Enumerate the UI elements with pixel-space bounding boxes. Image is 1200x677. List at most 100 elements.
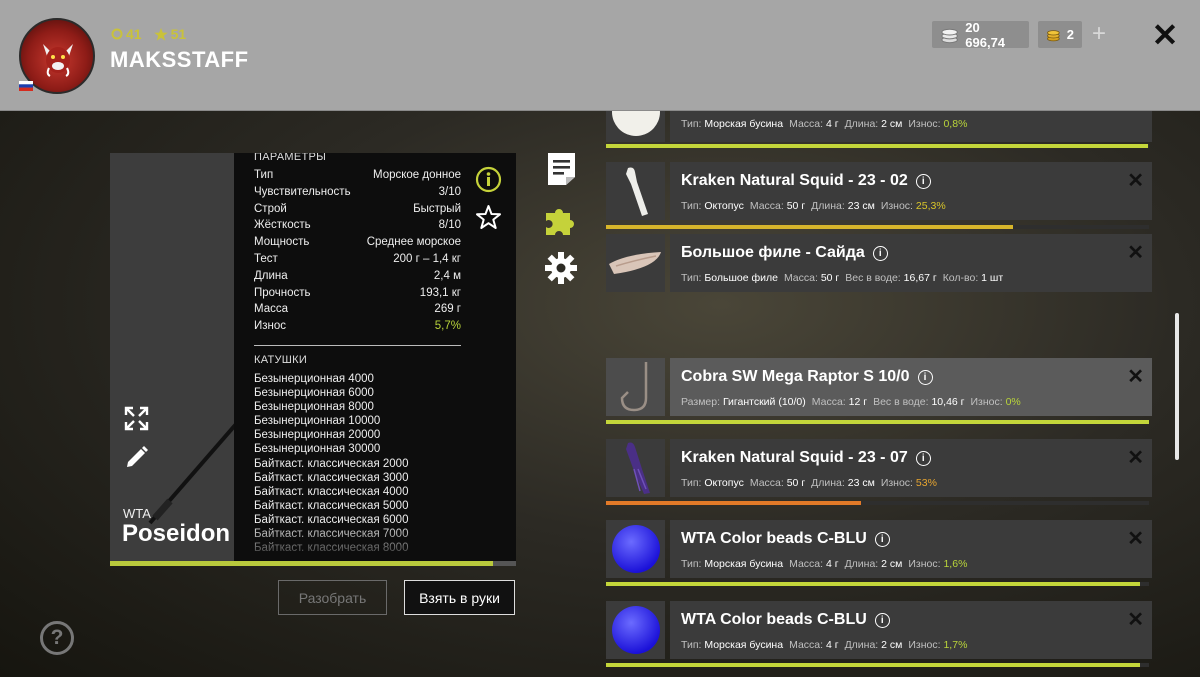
item-info-icon[interactable]: i — [915, 450, 931, 466]
remove-item-icon[interactable]: ✕ — [1127, 445, 1144, 470]
puzzle-icon[interactable] — [544, 203, 578, 237]
detail-key: Износ: — [970, 396, 1006, 408]
add-gold-button[interactable]: + — [1087, 22, 1111, 47]
detail-key: Вес в воде: — [873, 396, 932, 408]
detail-key: Длина: — [811, 200, 848, 212]
detail-key: Износ: — [880, 477, 916, 489]
param-row: Тест 200 г – 1,4 кг — [254, 251, 461, 268]
item-details: Тип: Морская бусина Масса: 4 г Длина: 2 см… — [681, 558, 973, 570]
silver-balance[interactable]: 20 696,74 — [932, 19, 1029, 50]
item-info-icon[interactable]: i — [872, 245, 888, 261]
item-condition-fill — [110, 561, 493, 566]
item-wear-bar — [606, 501, 1149, 505]
item-detail-card: ПАРАМЕТРЫ Тип Морское донное Чувствительно… — [110, 153, 516, 563]
param-row: Износ 5,7% — [254, 318, 461, 335]
detail-key: Износ: — [880, 200, 916, 212]
param-row: Чувствительность 3/10 — [254, 184, 461, 201]
list-scrollbar[interactable] — [1175, 313, 1179, 460]
disassemble-button[interactable]: Разобрать — [278, 580, 387, 615]
detail-key: Кол-во: — [942, 272, 982, 284]
param-row: Строй Быстрый — [254, 201, 461, 218]
detail-value: Октопус — [704, 477, 744, 489]
param-key: Износ — [254, 320, 287, 333]
item-wear-fill — [606, 420, 1149, 424]
detail-key: Масса: — [783, 272, 821, 284]
item-name-text: Kraken Natural Squid - 23 - 07 — [681, 449, 908, 466]
param-key: Строй — [254, 202, 287, 215]
level-icon — [111, 28, 123, 40]
item-info-icon[interactable]: i — [874, 531, 890, 547]
item-details: Размер: Гигантский (10/0) Масса: 12 г Вес … — [681, 396, 1027, 408]
help-button[interactable]: ? — [40, 621, 74, 655]
detail-value: 2 см — [881, 558, 903, 570]
item-name: Большое филе - Сайда i — [681, 244, 888, 262]
repair-pencil-icon[interactable] — [124, 444, 150, 470]
detail-key: Вес в воде: — [845, 272, 904, 284]
item-wear-bar — [606, 225, 1149, 229]
detail-value: 50 г — [786, 477, 806, 489]
silver-value: 20 696,74 — [965, 19, 1006, 50]
item-condition-bar — [110, 561, 516, 566]
compatible-reel: Безынерционная 30000 — [254, 443, 381, 456]
remove-item-icon[interactable]: ✕ — [1127, 364, 1144, 389]
item-details: Тип: Морская бусина Масса: 4 г Длина: 2 см… — [681, 639, 973, 651]
detail-value: 4 г — [825, 118, 839, 130]
detail-value: Морская бусина — [704, 639, 784, 651]
close-button[interactable]: ✕ — [1150, 19, 1180, 51]
detail-value: 12 г — [848, 396, 868, 408]
remove-item-icon[interactable]: ✕ — [1127, 168, 1144, 193]
list-item[interactable]: WTA Color beads C-BLU i ✕ Тип: Морская буси… — [606, 520, 1152, 578]
list-item[interactable]: Cobra SW Mega Raptor S 10/0 i ✕ Размер: Гиг… — [606, 358, 1152, 416]
detail-key: Тип: — [681, 639, 705, 651]
remove-item-icon[interactable]: ✕ — [1127, 240, 1144, 265]
params-divider — [254, 344, 461, 346]
detail-value: Гигантский (10/0) — [722, 396, 806, 408]
take-in-hands-button[interactable]: Взять в руки — [404, 580, 515, 615]
white-squid-icon — [626, 167, 648, 216]
list-item[interactable]: Большое филе - Сайда i ✕ Тип: Большое филе М… — [606, 234, 1152, 292]
compatible-reel: Байткаст. классическая 5000 — [254, 499, 409, 512]
item-wear-fill — [606, 144, 1148, 148]
param-value: 2,4 м — [433, 269, 461, 282]
remove-item-icon[interactable]: ✕ — [1127, 607, 1144, 632]
detail-key: Длина: — [844, 118, 882, 130]
info-icon[interactable] — [475, 166, 502, 193]
blue-bead-icon — [612, 525, 660, 573]
gold-value: 2 — [1066, 27, 1074, 42]
item-name: Kraken Natural Squid - 23 - 02 i — [681, 172, 931, 190]
param-key: Чувствительность — [254, 185, 351, 198]
detail-key: Тип: — [681, 118, 705, 130]
silver-coins-icon — [941, 28, 958, 43]
detail-key: Размер: — [681, 396, 723, 408]
item-model-name: Poseidon — [122, 520, 231, 547]
gold-balance[interactable]: 2 — [1038, 21, 1082, 48]
remove-item-icon[interactable]: ✕ — [1127, 526, 1144, 551]
item-info-icon[interactable]: i — [874, 612, 890, 628]
item-info-icon[interactable]: i — [917, 369, 933, 385]
favorite-star-icon[interactable] — [475, 204, 502, 231]
player-stats: 41 51 — [111, 26, 186, 42]
russia-flag-icon — [19, 81, 33, 91]
detail-key: Износ: — [908, 118, 944, 130]
item-name: WTA Color beads C-BLU i — [681, 530, 890, 548]
document-icon[interactable] — [546, 151, 577, 187]
detail-key: Износ: — [908, 639, 944, 651]
detail-value: 4 г — [825, 558, 839, 570]
settings-gear-icon[interactable] — [544, 251, 578, 285]
item-wear-fill — [606, 501, 862, 505]
item-thumbnail — [606, 234, 665, 292]
item-name-text: Большое филе - Сайда — [681, 244, 865, 261]
detail-key: Масса: — [789, 639, 826, 651]
detail-value: 0,8% — [943, 118, 968, 130]
expand-icon[interactable] — [123, 405, 150, 432]
stars-value: 51 — [170, 26, 187, 42]
item-thumbnail — [606, 520, 665, 578]
item-info-icon[interactable]: i — [915, 173, 931, 189]
compatible-reel: Безынерционная 6000 — [254, 387, 374, 400]
list-item[interactable]: Kraken Natural Squid - 23 - 07 i ✕ Тип: Окт… — [606, 439, 1152, 497]
item-info: WTA Color beads C-BLU i ✕ Тип: Морская буси… — [670, 520, 1152, 578]
param-value: 200 г – 1,4 кг — [393, 252, 461, 265]
item-details: Тип: Октопус Масса: 50 г Длина: 23 см Износ… — [681, 477, 943, 489]
list-item[interactable]: Kraken Natural Squid - 23 - 02 i ✕ Тип: Окт… — [606, 162, 1152, 220]
list-item[interactable]: WTA Color beads C-BLU i ✕ Тип: Морская буси… — [606, 601, 1152, 659]
